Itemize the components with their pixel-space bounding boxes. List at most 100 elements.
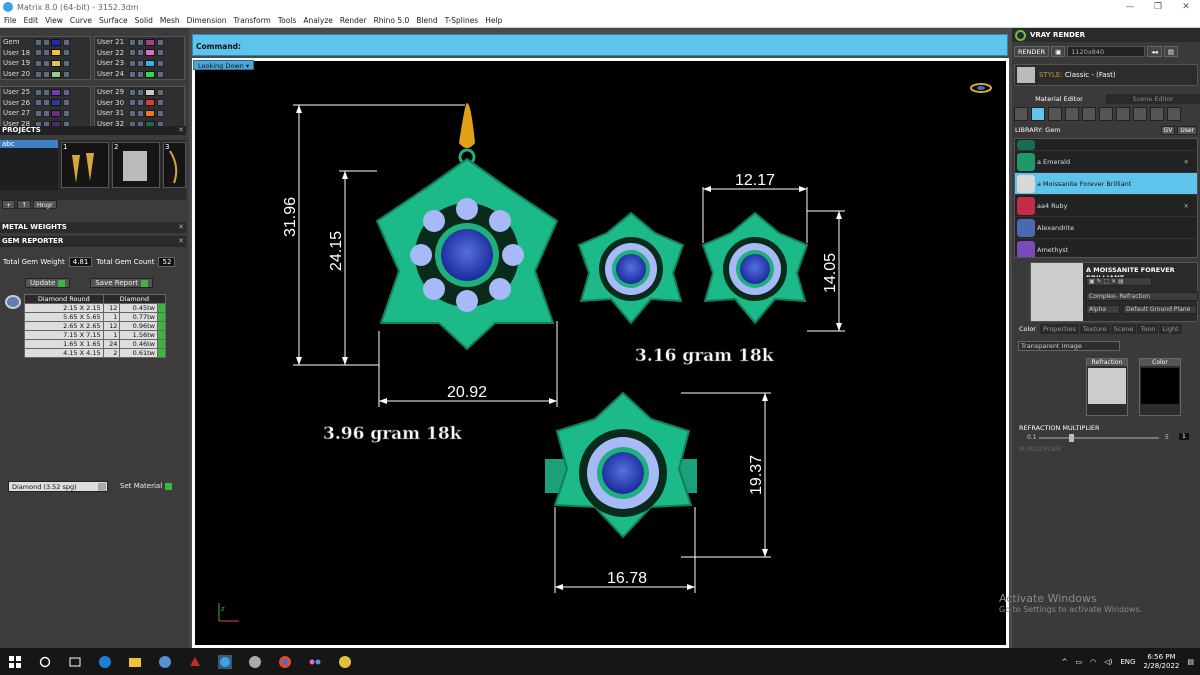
app-icon-d[interactable] [308,655,322,669]
menu-mesh[interactable]: Mesh [160,16,180,25]
app-icon-c[interactable] [248,655,262,669]
refraction-slider[interactable]: 0.1 5 1 [1019,433,1194,443]
menu-surface[interactable]: Surface [99,16,128,25]
gem-icon[interactable] [1031,107,1045,121]
tab-texture[interactable]: Texture [1079,324,1110,334]
paint-icon[interactable] [1116,107,1130,121]
app-icon-e[interactable] [338,655,352,669]
menu-analyze[interactable]: Analyze [303,16,333,25]
menu-blend[interactable]: Blend [416,16,437,25]
brush-icon[interactable] [1133,107,1147,121]
tab-light[interactable]: Light [1159,324,1182,334]
render-size-field[interactable]: 1120x840 [1067,46,1146,57]
layer-row[interactable]: User 20 [1,69,90,80]
light-icon[interactable] [1167,107,1181,121]
minimize-button[interactable]: — [1116,2,1144,12]
save-icon[interactable]: ▤ [1163,46,1178,57]
layer-row[interactable]: User 18 [1,48,90,59]
view-label-dropdown[interactable]: Looking Down ▾ [193,60,255,70]
close-button[interactable]: ✕ [1172,2,1200,12]
pattern-icon[interactable] [1099,107,1113,121]
table-row[interactable]: 2.15 X 2.15 12 0.45tw [24,303,166,313]
language-indicator[interactable]: ENG [1120,658,1135,666]
hanger-button[interactable]: Hngr [32,200,57,209]
row-arrow-icon[interactable] [157,312,166,322]
layer-row[interactable]: User 19 [1,58,90,69]
menu-edit[interactable]: Edit [24,16,39,25]
maximize-button[interactable]: ❐ [1144,2,1172,12]
layer-row[interactable]: User 24 [95,69,184,80]
camera-icon[interactable]: ▣ [1051,46,1066,57]
file-explorer-icon[interactable] [128,655,142,669]
slider-knob[interactable] [1069,434,1074,442]
ground-plane-select[interactable]: Default Ground Plane [1123,305,1197,314]
material-select[interactable]: Diamond (3.52 spg) [8,481,108,492]
matrix-app-icon[interactable] [218,654,232,669]
tab-properties[interactable]: Properties [1039,324,1079,334]
layer-row[interactable]: User 31 [95,108,184,119]
material-list[interactable]: a Emerald ✕ a Moissanite Forever Brillian… [1014,138,1198,258]
layer-row[interactable]: User 23 [95,58,184,69]
gem-reporter-header[interactable]: GEM REPORTER ✕ [0,236,186,247]
pendant-model[interactable] [375,103,559,351]
layer-row[interactable]: User 27 [1,108,90,119]
settings-icon[interactable] [1150,107,1164,121]
close-icon[interactable]: ✕ [1184,180,1189,188]
save-report-button[interactable]: Save Report [90,278,153,288]
tab-material-editor[interactable]: Material Editor [1012,94,1106,104]
tab-scene[interactable]: Scene [1110,324,1137,334]
ring-model[interactable] [545,391,697,539]
refraction-slot[interactable]: Refraction [1086,358,1128,416]
menu-file[interactable]: File [4,16,17,25]
app-icon-a[interactable] [158,655,172,669]
earring-model-right[interactable] [701,211,809,325]
menu-render[interactable]: Render [340,16,367,25]
grid-icon[interactable] [1082,107,1096,121]
menu-dimension[interactable]: Dimension [187,16,227,25]
toggle-icon[interactable]: ◂◂ [1147,46,1162,57]
color-slot[interactable]: Color [1139,358,1181,416]
list-item[interactable]: Alexandrite [1015,217,1197,239]
menu-solid[interactable]: Solid [135,16,153,25]
table-row[interactable]: 5.65 X 5.65 1 0.77tw [24,312,166,322]
project-thumbnail[interactable]: 2 [112,142,160,188]
update-button[interactable]: Update [25,278,71,288]
table-row[interactable]: 1.65 X 1.65 24 0.46tw [24,339,166,349]
tab-toon[interactable]: Toon [1137,324,1159,334]
transparency-select[interactable]: Transparent Image [1018,341,1120,351]
close-icon[interactable]: ✕ [1184,158,1189,166]
close-icon[interactable]: ✕ [1184,202,1189,210]
list-item-selected[interactable]: a Moissanite Forever Brilliant ✕ [1015,173,1197,195]
alpha-field[interactable]: Alpha [1086,305,1120,314]
close-icon[interactable]: ✕ [178,236,184,247]
table-row[interactable]: 7.15 X 7.15 1 1.56tw [24,330,166,340]
windows-start-icon[interactable] [8,655,22,669]
app-icon-b[interactable] [188,655,202,669]
project-list[interactable]: abc [0,140,58,190]
texture-icon[interactable] [1065,107,1079,121]
menu-transform[interactable]: Transform [234,16,271,25]
row-arrow-icon[interactable] [157,348,166,358]
project-thumbnail[interactable]: 1 [61,142,109,188]
task-view-icon[interactable] [68,655,82,669]
menu-curve[interactable]: Curve [70,16,92,25]
notification-icon[interactable]: ▤ [1187,658,1194,666]
library-gv-button[interactable]: GV [1160,126,1176,135]
set-material-button[interactable]: Set Material [116,482,176,492]
viewport[interactable]: 31.96 24.15 20.92 12.17 14.05 19.37 16.7… [192,58,1009,648]
row-arrow-icon[interactable] [157,321,166,331]
tab-scene-editor[interactable]: Scene Editor [1106,94,1200,104]
project-item-selected[interactable]: abc [0,140,58,148]
layer-row[interactable]: User 22 [95,48,184,59]
up-button[interactable]: ↑ [17,200,31,209]
layer-row[interactable]: User 30 [95,98,184,109]
layer-row[interactable]: User 26 [1,98,90,109]
project-thumbnail[interactable]: 3 [163,142,186,188]
metal-weights-header[interactable]: METAL WEIGHTS ✕ [0,222,186,233]
network-icon[interactable]: ▭ [1076,658,1083,666]
sphere-icon[interactable] [1048,107,1062,121]
row-arrow-icon[interactable] [157,330,166,340]
list-item[interactable]: Amethyst [1015,239,1197,257]
list-item[interactable]: aa4 Ruby ✕ [1015,195,1197,217]
chevron-up-icon[interactable]: ^ [1062,658,1068,666]
